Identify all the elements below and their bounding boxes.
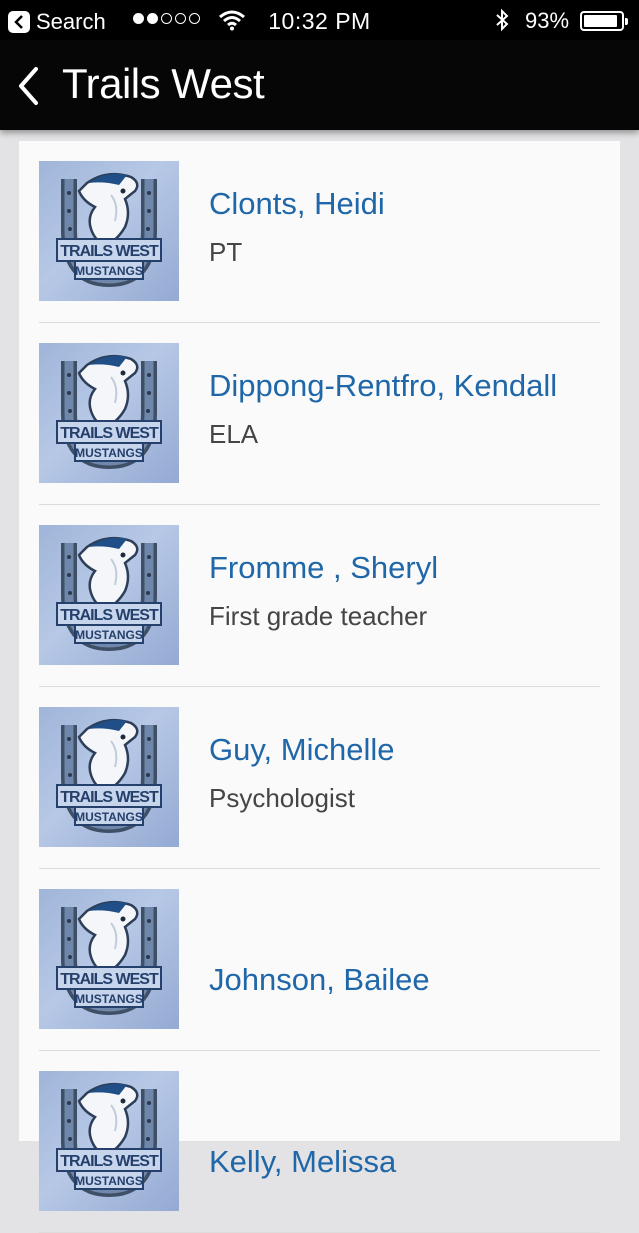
chevron-left-icon [19, 67, 38, 105]
staff-row[interactable]: TRAILS WEST MUSTANGS Johnson, Bailee [39, 869, 600, 1051]
back-button[interactable] [12, 65, 44, 107]
logo-text-line1: TRAILS WEST [60, 243, 159, 260]
bluetooth-icon [494, 8, 510, 38]
logo-text-line1: TRAILS WEST [60, 607, 159, 624]
staff-name[interactable]: Guy, Michelle [209, 732, 395, 768]
staff-role: Psychologist [209, 783, 355, 813]
school-logo: TRAILS WEST MUSTANGS [39, 161, 179, 301]
staff-row[interactable]: TRAILS WEST MUSTANGS Clonts, Heidi PT [39, 141, 600, 323]
logo-text-line1: TRAILS WEST [60, 425, 159, 442]
staff-name[interactable]: Johnson, Bailee [209, 962, 430, 998]
staff-row[interactable]: TRAILS WEST MUSTANGS Guy, Michelle Psych… [39, 687, 600, 869]
logo-text-line1: TRAILS WEST [60, 789, 159, 806]
school-logo: TRAILS WEST MUSTANGS [39, 343, 179, 483]
staff-row[interactable]: TRAILS WEST MUSTANGS Kelly, Melissa [39, 1051, 600, 1233]
page-title: Trails West [62, 60, 265, 107]
staff-name[interactable]: Fromme , Sheryl [209, 550, 438, 586]
logo-text-line2: MUSTANGS [75, 992, 143, 1006]
logo-text-line2: MUSTANGS [75, 446, 143, 460]
battery-icon [580, 11, 628, 31]
staff-row[interactable]: TRAILS WEST MUSTANGS Fromme , Sheryl Fir… [39, 505, 600, 687]
staff-list: TRAILS WEST MUSTANGS Clonts, Heidi PT TR… [19, 141, 620, 1233]
staff-name[interactable]: Dippong-Rentfro, Kendall [209, 368, 557, 404]
battery-percent: 93% [525, 8, 570, 33]
staff-role: PT [209, 237, 243, 267]
navigation-bar: Trails West [0, 40, 639, 130]
staff-role: ELA [209, 419, 259, 449]
staff-name[interactable]: Kelly, Melissa [209, 1144, 396, 1180]
logo-text-line1: TRAILS WEST [60, 1153, 159, 1170]
logo-text-line2: MUSTANGS [75, 810, 143, 824]
logo-text-line2: MUSTANGS [75, 264, 143, 278]
logo-text-line2: MUSTANGS [75, 628, 143, 642]
battery-level [584, 15, 618, 27]
staff-row[interactable]: TRAILS WEST MUSTANGS Dippong-Rentfro, Ke… [39, 323, 600, 505]
school-logo: TRAILS WEST MUSTANGS [39, 525, 179, 665]
logo-text-line1: TRAILS WEST [60, 971, 159, 988]
school-logo: TRAILS WEST MUSTANGS [39, 1071, 179, 1211]
school-logo: TRAILS WEST MUSTANGS [39, 889, 179, 1029]
staff-role: First grade teacher [209, 601, 428, 631]
staff-name[interactable]: Clonts, Heidi [209, 186, 385, 222]
status-bar: Search 10:32 PM 93% [0, 0, 639, 40]
logo-text-line2: MUSTANGS [75, 1174, 143, 1188]
school-logo: TRAILS WEST MUSTANGS [39, 707, 179, 847]
